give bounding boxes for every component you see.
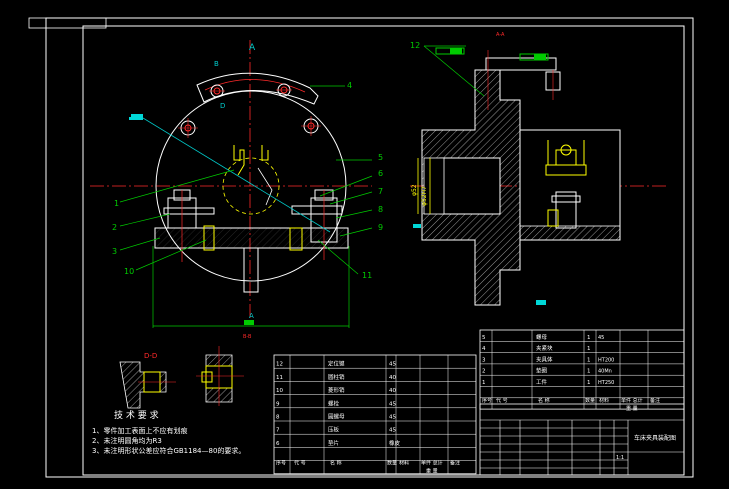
bom-header-cell: 代 号	[294, 460, 306, 467]
section-aa-label: A-A	[496, 32, 505, 38]
bom-cell-name: 螺母	[536, 333, 548, 341]
bom-header-cell: 数量	[387, 460, 397, 467]
bom-cell-no: 11	[276, 375, 283, 381]
bom-header-cell: 数量	[585, 397, 595, 404]
bom-cell-no: 7	[276, 428, 280, 434]
balloon-1: 1	[114, 199, 119, 208]
bom-cell-no: 9	[276, 401, 280, 407]
bom-header-sub: 重 量	[426, 468, 438, 475]
bom-header-cell: 序号	[482, 397, 492, 404]
mark-d: D	[220, 102, 225, 110]
section-mark-a-bottom: A	[249, 312, 254, 320]
bom-cell-qty: 45	[389, 401, 396, 407]
bom-header-cell: 备注	[650, 397, 660, 404]
dim-bore2: φ52	[411, 184, 418, 196]
balloon-5: 5	[378, 153, 383, 162]
balloon-11: 11	[362, 271, 372, 280]
bom-cell-name: 螺栓	[328, 399, 340, 407]
bom-cell-name: 菱形销	[328, 386, 345, 394]
bom-cell-no: 8	[276, 415, 280, 421]
bom-cell-qty: 1	[587, 369, 591, 375]
tech-title: 技 术 要 求	[114, 409, 159, 421]
bom-cell-name: 定位键	[328, 360, 345, 368]
bom-header-cell: 名 称	[330, 460, 342, 467]
bom-header-cell: 单件 总计	[421, 460, 443, 467]
bom-cell-qty: 45	[389, 428, 396, 434]
bom-cell-name: 垫圈	[536, 367, 548, 375]
tech-item-3: 3、未注明形状公差应符合GB1184—80的要求。	[92, 446, 245, 455]
bom-cell-name: 压板	[328, 426, 340, 434]
balloon-6: 6	[378, 169, 383, 178]
section-mark-bb: B-B	[243, 334, 252, 340]
balloon-2: 2	[112, 223, 117, 232]
bom-cell-qty: 1	[587, 335, 591, 341]
drawing-canvas: 1 2 3 10 4 5 6 7 8 9 11 A A B-B B D 12 A…	[0, 0, 729, 489]
bom-cell-name: 夹紧块	[536, 344, 553, 352]
bom-cell-no: 2	[482, 369, 486, 375]
bom-cell-no: 3	[482, 357, 486, 363]
bom-cell-name: 圆柱销	[328, 373, 345, 381]
section-mark-a-top: A	[249, 43, 256, 53]
balloon-4: 4	[347, 81, 352, 90]
mark-b: B	[214, 60, 219, 68]
bom-cell-name: 垫片	[328, 439, 339, 447]
bom-cell-qty: 1	[587, 346, 591, 352]
scale: 1:1	[616, 455, 624, 461]
drawing-title: 车床夹具装配图	[634, 434, 676, 442]
bom-header-cell: 序号	[276, 460, 286, 467]
tech-item-2: 2、未注明圆角均为R3	[92, 436, 162, 445]
sheet-frame	[0, 0, 729, 489]
bom-cell-no: 12	[276, 362, 283, 368]
dim-bore: φ52H7	[421, 186, 428, 206]
balloon-3: 3	[112, 247, 117, 256]
bom-cell-no: 10	[276, 388, 283, 394]
bom-header-sub: 重 量	[626, 405, 638, 412]
bom-cell-qty: 40	[389, 375, 396, 381]
bom-cell-qty: 橡皮	[389, 439, 401, 447]
bom-cell-qty: 45	[389, 362, 396, 368]
bom-header-cell: 备注	[450, 460, 460, 467]
balloon-7: 7	[378, 187, 383, 196]
bom-cell-qty: 1	[587, 380, 591, 386]
bom-header-cell: 单件 总计	[621, 397, 643, 404]
balloon-10: 10	[124, 267, 134, 276]
balloon-8: 8	[378, 205, 383, 214]
bom-cell-name: 工件	[536, 378, 548, 386]
bom-cell-mat: 45	[598, 335, 604, 341]
bom-cell-qty: 40	[389, 388, 396, 394]
bom-header-cell: 材料	[599, 397, 609, 404]
bom-cell-mat: HT200	[598, 357, 614, 363]
bom-header-cell: 材料	[399, 460, 409, 467]
balloon-9: 9	[378, 223, 383, 232]
bom-cell-no: 5	[482, 335, 486, 341]
bom-header-cell: 名 称	[538, 397, 550, 404]
bom-cell-qty: 45	[389, 415, 396, 421]
balloon-12: 12	[410, 41, 420, 50]
bom-cell-name: 圆螺母	[328, 413, 345, 421]
bom-cell-mat: HT250	[598, 380, 614, 386]
detail-dd-label: D-D	[144, 352, 157, 360]
bom-cell-mat: 40Mn	[598, 369, 612, 375]
tech-item-1: 1、零件加工表面上不应有划痕	[92, 426, 187, 435]
bom-cell-name: 夹具体	[536, 355, 553, 363]
bom-cell-qty: 1	[587, 357, 591, 363]
bom-header-cell: 代 号	[496, 397, 508, 404]
bom-cell-no: 1	[482, 380, 486, 386]
bom-cell-no: 6	[276, 441, 280, 447]
bom-cell-no: 4	[482, 346, 486, 352]
